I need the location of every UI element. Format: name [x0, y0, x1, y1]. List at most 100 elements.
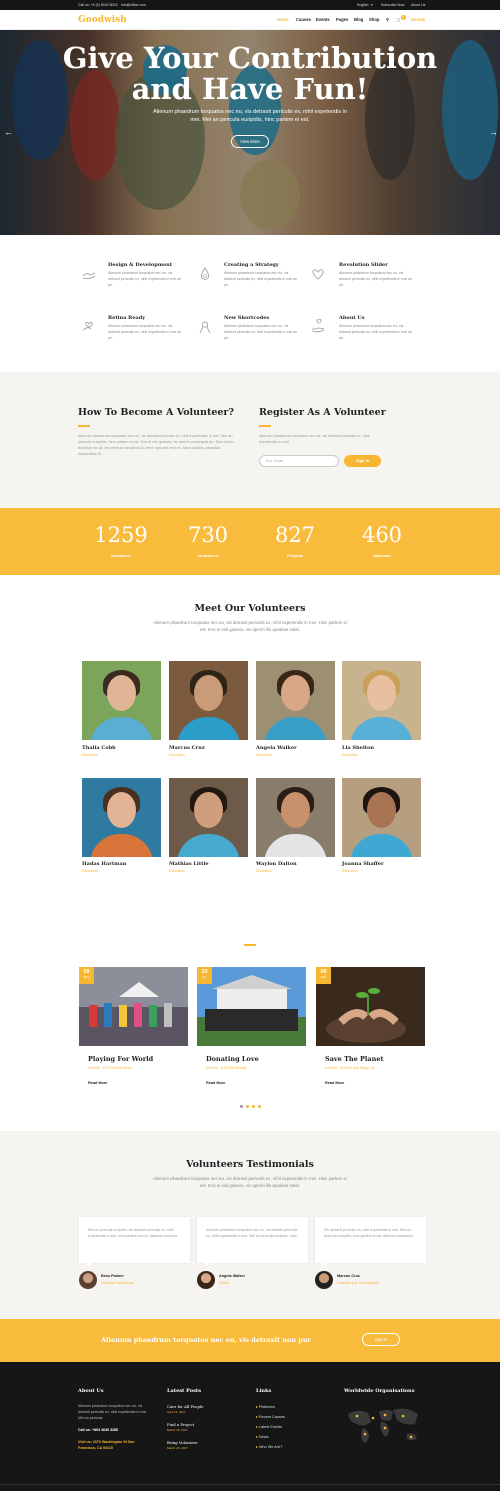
- footer-link[interactable]: Who We Are?: [256, 1444, 282, 1449]
- volunteer-photo[interactable]: [82, 661, 161, 740]
- stat-number: 460: [361, 523, 403, 547]
- quote-caret: [204, 1263, 210, 1267]
- donate-link[interactable]: Donate: [411, 17, 425, 22]
- register-volunteer-title: Register As A Volunteer: [259, 407, 386, 418]
- footer-org-title: Worldwide Organisations: [344, 1388, 415, 1394]
- event-meta: 8:00 AM - 8:00 AM San Diego, CA: [325, 1066, 375, 1070]
- cta-sign-in-button[interactable]: Sign In: [362, 1333, 400, 1346]
- testimonial-name: Bess Palmer: [101, 1274, 124, 1278]
- event-read-more[interactable]: Read More: [206, 1081, 225, 1085]
- event-read-more[interactable]: Read More: [325, 1081, 344, 1085]
- event-meta: 8:00 AM - 8:00 PM Norwalk: [206, 1066, 247, 1070]
- nav-shop[interactable]: Shop: [369, 17, 379, 22]
- feature-text: Alienum phaedrum torquatos nec eu, vis d…: [224, 324, 298, 340]
- footer-post-title[interactable]: Bring Volunteer: [167, 1440, 198, 1445]
- carousel-dot[interactable]: [252, 1105, 255, 1108]
- search-icon[interactable]: ⚲: [386, 17, 389, 22]
- nav-blog[interactable]: Blog: [354, 17, 363, 22]
- testimonial-card: Vis detraxit periculis ex, nihil expeten…: [315, 1217, 426, 1263]
- event-date-badge: 20 Apr: [197, 967, 212, 984]
- event-title[interactable]: Save The Planet: [325, 1055, 383, 1063]
- volunteer-name[interactable]: Waylon Dalton: [256, 861, 297, 867]
- language-select[interactable]: English: [357, 3, 368, 7]
- volunteer-photo[interactable]: [256, 778, 335, 857]
- footer-link[interactable]: Recent Causes: [256, 1414, 285, 1419]
- footer-about-text: Alienum phaedrum torquatos nec eu, vis d…: [78, 1404, 148, 1420]
- event-image[interactable]: 09 May: [79, 967, 188, 1046]
- view-more-button[interactable]: View More: [231, 135, 269, 148]
- event-image[interactable]: 09 Mar: [316, 967, 425, 1046]
- volunteer-role: Education: [256, 869, 272, 873]
- footer-post-title[interactable]: Find a Project: [167, 1422, 194, 1427]
- drop-icon: [201, 267, 209, 280]
- footer-phone: Call us: +803 4640 3285: [78, 1428, 119, 1432]
- volunteer-photo[interactable]: [82, 778, 161, 857]
- volunteer-role: Education: [342, 869, 358, 873]
- testimonials-title: Volunteers Testimonials: [186, 1159, 314, 1170]
- footer: [0, 1362, 500, 1491]
- nav-causes[interactable]: Causes: [296, 17, 311, 22]
- stat-label: Missions: [373, 553, 391, 558]
- event-read-more[interactable]: Read More: [88, 1081, 107, 1085]
- volunteer-photo[interactable]: [169, 778, 248, 857]
- footer-posts-title: Latest Posts: [167, 1388, 202, 1394]
- feature-title: About Us: [339, 315, 365, 321]
- volunteer-role: Education: [82, 753, 98, 757]
- volunteer-photo[interactable]: [256, 661, 335, 740]
- topbar-phone: Call us: +8 (0) 8040 5003: [78, 3, 118, 7]
- stat-label: Projects: [287, 553, 303, 558]
- carousel-dot[interactable]: [258, 1105, 261, 1108]
- volunteer-name[interactable]: Thalia Cobb: [82, 745, 116, 751]
- avatar: [197, 1271, 215, 1289]
- testimonial-role: Volunteer (Life International): [337, 1281, 379, 1285]
- arrow-right-icon[interactable]: →: [489, 127, 498, 137]
- volunteer-photo[interactable]: [169, 661, 248, 740]
- volunteer-name[interactable]: Mathias Little: [169, 861, 209, 867]
- volunteer-name[interactable]: Lia Shelton: [342, 745, 374, 751]
- footer-link[interactable]: News: [256, 1434, 269, 1439]
- arrow-left-icon[interactable]: ←: [4, 127, 13, 137]
- feature-title: Revolution Slider: [339, 262, 388, 268]
- cart-count: 0: [401, 15, 406, 20]
- footer-post-title[interactable]: Care for All People: [167, 1404, 203, 1409]
- cta-text: Alienum phaedrum torquatos nec eu, vis d…: [101, 1336, 311, 1344]
- chevron-down-icon: ▾: [371, 3, 373, 7]
- topbar-email[interactable]: info@office.com: [121, 3, 146, 7]
- nav-pages[interactable]: Pages: [336, 17, 348, 22]
- subscribe-link[interactable]: Subscribe Now: [381, 3, 405, 7]
- register-volunteer-text: Alienum phaedrum torquatos nec eu, vis d…: [259, 434, 370, 444]
- volunteer-name[interactable]: Marcus Cruz: [169, 745, 205, 751]
- volunteer-photo[interactable]: [342, 778, 421, 857]
- volunteer-photo[interactable]: [342, 661, 421, 740]
- avatar: [315, 1271, 333, 1289]
- hero-text: Alienum phaedrum torquatos nec eu, vis d…: [153, 109, 347, 123]
- footer-post-date: April 13, 2017: [167, 1410, 186, 1414]
- title-underline: [78, 425, 90, 427]
- event-title[interactable]: Playing For World: [88, 1055, 153, 1063]
- feature-text: Alienum phaedrum torquatos nec eu, vis d…: [339, 271, 413, 287]
- title-underline: [259, 425, 271, 427]
- event-title[interactable]: Donating Love: [206, 1055, 259, 1063]
- hero-title: Give Your Contribution and Have Fun!: [62, 41, 438, 106]
- feature-text: Alienum phaedrum torquatos nec eu, vis d…: [108, 324, 182, 340]
- footer-divider: [0, 1484, 500, 1485]
- footer-link[interactable]: Latest Events: [256, 1424, 282, 1429]
- email-input[interactable]: Your Email: [259, 455, 339, 467]
- volunteer-name[interactable]: Joanna Shaffer: [342, 861, 384, 867]
- stat-number: 827: [274, 523, 316, 547]
- sign-in-button[interactable]: Sign In: [344, 455, 381, 467]
- about-link[interactable]: About Us: [411, 3, 425, 7]
- footer-link[interactable]: Platforms: [256, 1404, 275, 1409]
- meet-volunteers-text: Alienum phaedrum torquatos nec eu, vis d…: [153, 620, 347, 632]
- logo[interactable]: Goodwish: [78, 15, 127, 25]
- testimonial-name: Marcus Cruz: [337, 1274, 360, 1278]
- carousel-dot[interactable]: [246, 1105, 249, 1108]
- nav-home[interactable]: Home: [277, 17, 289, 22]
- stat-number: 730: [187, 523, 229, 547]
- event-image[interactable]: 20 Apr: [197, 967, 306, 1046]
- main-nav: Goodwish Home Causes Events Pages Blog S…: [0, 10, 500, 30]
- nav-events[interactable]: Events: [316, 17, 330, 22]
- volunteer-name[interactable]: Angela Walker: [256, 745, 297, 751]
- carousel-dot-active[interactable]: [240, 1105, 243, 1108]
- volunteer-name[interactable]: Hadas Hartman: [82, 861, 126, 867]
